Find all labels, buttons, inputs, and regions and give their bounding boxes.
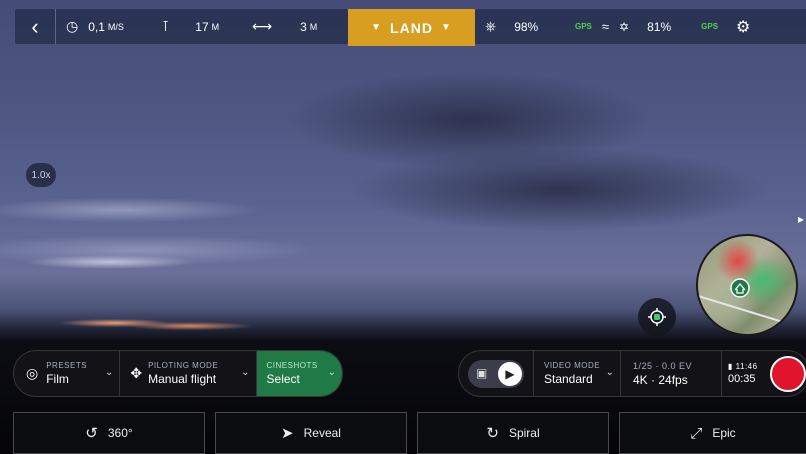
gps-badge: GPS xyxy=(575,22,592,31)
cineshot-reveal-button[interactable]: ➤ Reveal xyxy=(215,412,407,454)
reveal-icon: ➤ xyxy=(281,425,294,442)
chevron-down-icon: ⌄ xyxy=(605,367,614,378)
chevron-down-icon: ⌄ xyxy=(327,367,336,378)
exposure-settings[interactable]: 1/25 · 0.0 EV 4K · 24fps xyxy=(621,351,722,396)
sd-card-icon: ▮ xyxy=(728,362,733,371)
camera-settings-bar: ▣ ▶ VIDEO MODE Standard ⌄ 1/25 · 0.0 EV … xyxy=(458,350,806,397)
altitude-readout: ⊺ 17 M xyxy=(162,18,220,34)
flight-telemetry-bar: ‹ ◷ 0,1 M/S ⊺ 17 M ⟷ 3 M xyxy=(15,9,348,44)
cineshots-selector[interactable]: CINESHOTS Select ⌄ xyxy=(256,351,342,396)
expand-icon: ⤢ xyxy=(690,424,703,442)
expand-arrow-icon[interactable]: ▸ xyxy=(798,212,804,226)
move-icon: ✥ xyxy=(130,365,143,381)
cineshot-360-button[interactable]: ↺ 360° xyxy=(13,412,205,454)
record-button[interactable] xyxy=(770,355,806,392)
recenter-button[interactable] xyxy=(638,298,676,336)
video-icon: ▶ xyxy=(498,361,522,386)
distance-icon: ⟷ xyxy=(252,18,273,34)
video-mode-selector[interactable]: VIDEO MODE Standard ⌄ xyxy=(534,351,621,396)
photo-video-toggle[interactable]: ▣ ▶ xyxy=(459,351,534,396)
storage-info: ▮ 11:46 00:35 xyxy=(728,362,758,385)
chevron-down-icon: ⌄ xyxy=(241,367,250,378)
altitude-icon: ⊺ xyxy=(162,18,170,34)
gps-badge: GPS xyxy=(701,22,719,31)
flight-settings-bar: ◎ PRESETS Film ⌄ ✥ PILOTING MODE Manual … xyxy=(13,350,343,397)
piloting-mode-selector[interactable]: ✥ PILOTING MODE Manual flight ⌄ xyxy=(120,351,257,396)
record-icon xyxy=(780,365,796,382)
cineshot-epic-button[interactable]: ⤢ Epic xyxy=(619,412,806,454)
minimap[interactable] xyxy=(696,234,798,336)
drone-icon: ✡ xyxy=(619,19,630,34)
back-button[interactable]: ‹ xyxy=(15,9,56,44)
rotate-360-icon: ↺ xyxy=(85,425,98,442)
distance-readout: ⟷ 3 M xyxy=(252,18,318,34)
zoom-indicator[interactable]: 1.0x xyxy=(26,163,56,187)
wifi-icon: ≈ xyxy=(601,19,610,34)
spiral-icon: ↻ xyxy=(486,425,499,442)
status-bar: ⎈ 98% GPS ≈ ✡ 81% GPS ⚙ xyxy=(475,9,806,44)
controller-battery: ⎈ 98% xyxy=(485,18,539,34)
speed-readout: ◷ 0,1 M/S xyxy=(66,18,124,34)
drone-battery: 81% xyxy=(647,19,672,34)
controller-icon: ⎈ xyxy=(485,18,497,34)
speedometer-icon: ◷ xyxy=(66,18,79,34)
chevron-down-icon: ⌄ xyxy=(104,367,114,378)
caret-down-icon: ▼ xyxy=(371,22,383,33)
presets-selector[interactable]: ◎ PRESETS Film ⌄ xyxy=(14,351,121,396)
caret-down-icon: ▼ xyxy=(440,22,452,33)
camera-icon: ▣ xyxy=(476,365,488,380)
presets-icon: ◎ xyxy=(26,365,39,381)
target-icon xyxy=(648,308,666,326)
gear-icon[interactable]: ⚙ xyxy=(736,17,750,37)
chevron-left-icon: ‹ xyxy=(31,13,39,39)
cineshot-spiral-button[interactable]: ↻ Spiral xyxy=(417,412,609,454)
land-button[interactable]: ▼ LAND ▼ xyxy=(348,9,475,46)
home-marker-icon xyxy=(698,278,796,327)
